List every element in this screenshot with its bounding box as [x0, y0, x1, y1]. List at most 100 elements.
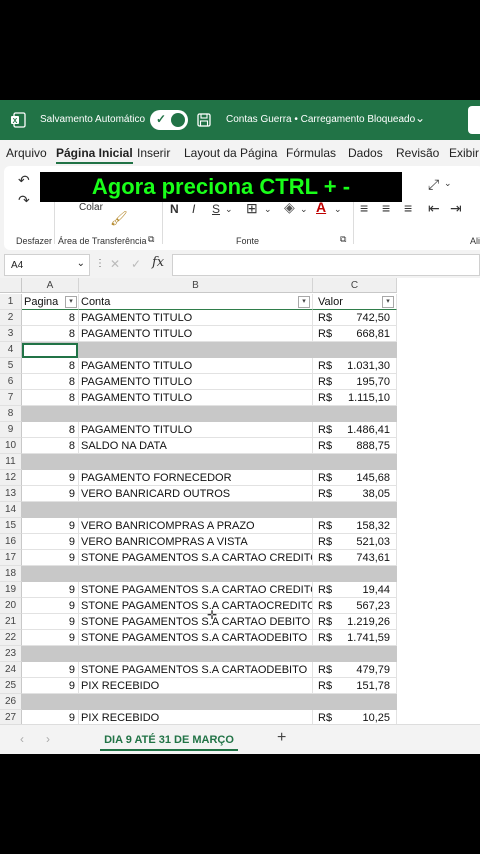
column-header-a[interactable]: A [22, 278, 79, 293]
cell-valor[interactable]: R$ 479,79 [313, 662, 397, 678]
cell-conta[interactable]: PAGAMENTO TITULO [79, 358, 313, 374]
cell-pagina[interactable]: 9 [22, 550, 79, 566]
row-number[interactable]: 17 [0, 550, 22, 566]
row-number[interactable]: 8 [0, 406, 22, 422]
chevron-down-icon[interactable]: ⌄ [334, 204, 342, 215]
cell-conta[interactable]: PAGAMENTO TITULO [79, 310, 313, 326]
cell-valor[interactable] [313, 406, 397, 422]
row-number[interactable]: 9 [0, 422, 22, 438]
cell-pagina[interactable]: 9 [22, 662, 79, 678]
cell-pagina[interactable] [22, 566, 79, 582]
cell-conta[interactable]: PAGAMENTO TITULO [79, 374, 313, 390]
tab-revisao[interactable]: Revisão [396, 146, 439, 160]
chevron-down-icon[interactable]: ⌄ [225, 204, 233, 215]
cell-conta[interactable]: STONE PAGAMENTOS S.A CARTAO CREDITO [79, 550, 313, 566]
cell-conta[interactable] [79, 502, 313, 518]
italic-button[interactable]: I [192, 202, 195, 216]
undo-icon[interactable]: ↶ [18, 172, 30, 189]
column-header-b[interactable]: B [79, 278, 313, 293]
chevron-down-icon[interactable]: ⌄ [415, 111, 425, 125]
chevron-down-icon[interactable]: ⌄ [264, 204, 272, 215]
cell-valor[interactable]: R$ 668,81 [313, 326, 397, 342]
cell-valor[interactable]: R$ 1.741,59 [313, 630, 397, 646]
cell-pagina[interactable]: 9 [22, 534, 79, 550]
cell-valor[interactable]: R$ 1.486,41 [313, 422, 397, 438]
cell-pagina[interactable]: 8 [22, 438, 79, 454]
cell-valor[interactable]: R$ 1.031,30 [313, 358, 397, 374]
row-number[interactable]: 3 [0, 326, 22, 342]
row-number[interactable]: 10 [0, 438, 22, 454]
cell-conta[interactable]: SALDO NA DATA [79, 438, 313, 454]
select-all-corner[interactable] [0, 278, 22, 293]
save-icon[interactable] [196, 112, 212, 128]
cell-valor[interactable]: R$ 1.219,26 [313, 614, 397, 630]
row-number[interactable]: 14 [0, 502, 22, 518]
insert-function-icon[interactable]: fx [152, 255, 164, 270]
cell-valor[interactable]: R$ 10,25 [313, 710, 397, 724]
align-left-icon[interactable]: ≡ [360, 200, 368, 216]
tab-arquivo[interactable]: Arquivo [6, 146, 47, 160]
align-right-icon[interactable]: ≡ [404, 200, 412, 216]
chevron-down-icon[interactable]: ⌄ [77, 258, 85, 269]
document-title[interactable]: Contas Guerra • Carregamento Bloqueado [226, 114, 415, 125]
cell-conta[interactable] [79, 406, 313, 422]
cell-valor[interactable] [313, 502, 397, 518]
cell-valor[interactable] [313, 694, 397, 710]
redo-icon[interactable]: ↷ [18, 192, 30, 209]
cell-conta[interactable]: VERO BANRICOMPRAS A VISTA [79, 534, 313, 550]
text-orientation-icon[interactable]: ⤢ [428, 176, 439, 193]
row-number[interactable]: 19 [0, 582, 22, 598]
row-number[interactable]: 1 [0, 294, 22, 310]
cell-conta[interactable] [79, 342, 313, 358]
sheet-tab-active[interactable]: DIA 9 ATÉ 31 DE MARÇO [96, 729, 242, 751]
cell-conta[interactable]: VERO BANRICARD OUTROS [79, 486, 313, 502]
row-number[interactable]: 13 [0, 486, 22, 502]
align-center-icon[interactable]: ≡ [382, 200, 390, 216]
sheet-next-icon[interactable]: › [46, 732, 50, 746]
column-header-c[interactable]: C [313, 278, 397, 293]
cell-valor[interactable]: R$ 145,68 [313, 470, 397, 486]
cell-pagina[interactable]: 9 [22, 710, 79, 724]
cell-valor[interactable]: R$ 521,03 [313, 534, 397, 550]
row-number[interactable]: 22 [0, 630, 22, 646]
cell-conta[interactable]: STONE PAGAMENTOS S.A CARTAOCREDITO [79, 598, 313, 614]
row-number[interactable]: 24 [0, 662, 22, 678]
cell-conta[interactable]: VERO BANRICOMPRAS A PRAZO [79, 518, 313, 534]
filter-dropdown-icon[interactable]: ▾ [298, 296, 310, 308]
cell-pagina[interactable]: 8 [22, 358, 79, 374]
share-button[interactable] [468, 106, 480, 134]
underline-button[interactable]: S [212, 202, 220, 216]
row-number[interactable]: 25 [0, 678, 22, 694]
cell-valor[interactable]: R$ 38,05 [313, 486, 397, 502]
cell-pagina[interactable]: 9 [22, 614, 79, 630]
cell-valor[interactable]: R$ 151,78 [313, 678, 397, 694]
confirm-icon[interactable]: ✓ [131, 257, 141, 271]
dialog-launcher-icon[interactable]: ⧉ [340, 234, 346, 245]
cell-conta[interactable]: PIX RECEBIDO [79, 710, 313, 724]
row-number[interactable]: 7 [0, 390, 22, 406]
row-number[interactable]: 27 [0, 710, 22, 724]
cell-conta[interactable]: PAGAMENTO TITULO [79, 390, 313, 406]
cell-pagina[interactable]: 9 [22, 486, 79, 502]
cell-conta[interactable]: STONE PAGAMENTOS S.A CARTAO DEBITO [79, 614, 313, 630]
cell-conta[interactable] [79, 454, 313, 470]
cell-pagina[interactable]: 8 [22, 310, 79, 326]
cell-pagina[interactable] [22, 694, 79, 710]
header-cell-pagina[interactable]: Pagina ▾ [22, 294, 79, 310]
cell-pagina[interactable] [22, 646, 79, 662]
cell-conta[interactable]: PAGAMENTO TITULO [79, 422, 313, 438]
cell-valor[interactable] [313, 566, 397, 582]
cell-pagina[interactable]: 8 [22, 390, 79, 406]
cell-valor[interactable] [313, 342, 397, 358]
filter-dropdown-icon[interactable]: ▾ [65, 296, 77, 308]
row-number[interactable]: 11 [0, 454, 22, 470]
cell-conta[interactable] [79, 646, 313, 662]
cell-conta[interactable] [79, 694, 313, 710]
cell-pagina[interactable]: 9 [22, 598, 79, 614]
active-cell-a4[interactable] [22, 343, 78, 358]
cell-valor[interactable] [313, 646, 397, 662]
cell-conta[interactable]: PAGAMENTO FORNECEDOR [79, 470, 313, 486]
cell-valor[interactable]: R$ 158,32 [313, 518, 397, 534]
cell-pagina[interactable]: 9 [22, 630, 79, 646]
cell-valor[interactable]: R$ 1.115,10 [313, 390, 397, 406]
